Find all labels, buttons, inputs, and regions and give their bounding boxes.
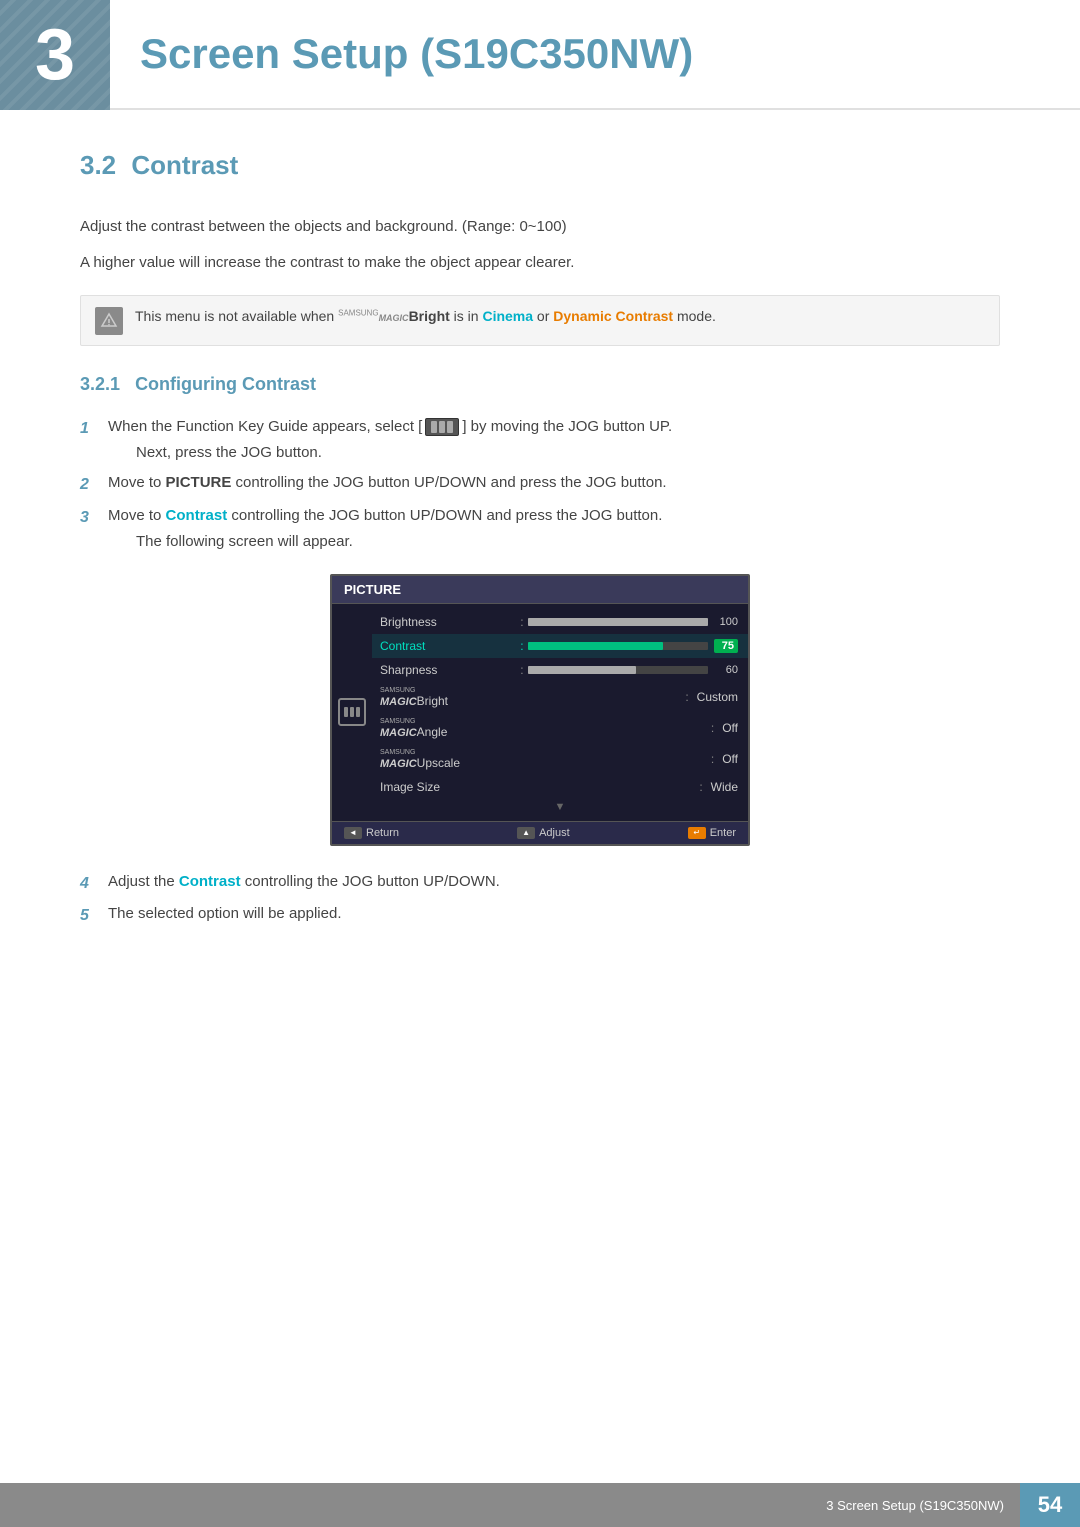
- section-title: Contrast: [131, 150, 238, 180]
- step-5: 5 The selected option will be applied.: [80, 902, 1000, 929]
- osd-num-brightness: 100: [714, 616, 738, 628]
- osd-footer-enter: ↵ Enter: [688, 827, 736, 839]
- osd-footer-return: ◄ Return: [344, 827, 399, 839]
- osd-return-label: Return: [366, 827, 399, 839]
- chapter-header: 3 Screen Setup (S19C350NW): [0, 0, 1080, 110]
- osd-num-sharpness: 60: [714, 664, 738, 676]
- osd-adjust-label: Adjust: [539, 827, 570, 839]
- description-1: Adjust the contrast between the objects …: [80, 215, 1000, 239]
- step-3-text: Move to Contrast controlling the JOG but…: [108, 507, 662, 524]
- osd-label-brightness: Brightness: [380, 615, 520, 629]
- step-4-number: 4: [80, 870, 108, 897]
- osd-footer-adjust: ▲ Adjust: [517, 827, 570, 839]
- note-box: This menu is not available when SAMSUNGM…: [80, 295, 1000, 346]
- steps-list: 1 When the Function Key Guide appears, s…: [80, 415, 1000, 554]
- osd-value-magic-upscale: Off: [722, 752, 738, 766]
- osd-row-image-size: Image Size : Wide: [372, 775, 748, 799]
- osd-bar-sharpness: 60: [528, 664, 738, 676]
- footer-text: 3 Screen Setup (S19C350NW): [826, 1498, 1004, 1513]
- step-3: 3 Move to Contrast controlling the JOG b…: [80, 504, 1000, 554]
- osd-value-magic-angle: Off: [722, 721, 738, 735]
- osd-bar-bg-sharpness: [528, 666, 708, 674]
- step-2: 2 Move to PICTURE controlling the JOG bu…: [80, 471, 1000, 498]
- osd-bar-fill-contrast: [528, 642, 663, 650]
- osd-bar-fill-sharpness: [528, 666, 636, 674]
- osd-title-bar: PICTURE: [332, 576, 748, 604]
- osd-row-sharpness: Sharpness : 60: [372, 658, 748, 682]
- osd-label-contrast: Contrast: [380, 639, 520, 653]
- step-3-sub: The following screen will appear.: [108, 530, 662, 554]
- jog-icon: [425, 418, 459, 436]
- section-number: 3.2: [80, 150, 116, 180]
- osd-bar-contrast: 75: [528, 639, 738, 653]
- description-2: A higher value will increase the contras…: [80, 251, 1000, 275]
- osd-menu: Brightness : 100 Contrast :: [372, 604, 748, 821]
- osd-adjust-icon: ▲: [517, 827, 535, 839]
- osd-body: Brightness : 100 Contrast :: [332, 604, 748, 821]
- osd-screen: PICTURE Brightness: [330, 574, 750, 846]
- osd-footer: ◄ Return ▲ Adjust ↵ Enter: [332, 821, 748, 844]
- step-2-text: Move to PICTURE controlling the JOG butt…: [108, 474, 667, 491]
- osd-enter-label: Enter: [710, 827, 736, 839]
- osd-row-contrast: Contrast : 75: [372, 634, 748, 658]
- osd-label-sharpness: Sharpness: [380, 663, 520, 677]
- step-3-number: 3: [80, 504, 108, 531]
- chapter-number-box: 3: [0, 0, 110, 110]
- osd-enter-icon: ↵: [688, 827, 706, 839]
- note-text-main: This menu is not available when SAMSUNGM…: [135, 308, 716, 324]
- step-1-sub: Next, press the JOG button.: [108, 441, 672, 465]
- step-1: 1 When the Function Key Guide appears, s…: [80, 415, 1000, 465]
- osd-value-magic-bright: Custom: [697, 690, 738, 704]
- osd-label-magic-upscale: SAMSUNG MAGICUpscale: [380, 749, 711, 770]
- section-heading: 3.2 Contrast: [80, 150, 1000, 187]
- osd-return-icon: ◄: [344, 827, 362, 839]
- chapter-number: 3: [35, 19, 75, 91]
- osd-container: PICTURE Brightness: [80, 574, 1000, 846]
- osd-row-magic-upscale: SAMSUNG MAGICUpscale : Off: [372, 744, 748, 775]
- osd-bar-bg-contrast: [528, 642, 708, 650]
- step-1-number: 1: [80, 415, 108, 442]
- step-5-text: The selected option will be applied.: [108, 905, 341, 922]
- osd-sidebar: [332, 604, 372, 821]
- subsection-number: 3.2.1: [80, 374, 120, 394]
- chapter-title: Screen Setup (S19C350NW): [140, 30, 693, 78]
- step-4: 4 Adjust the Contrast controlling the JO…: [80, 870, 1000, 897]
- subsection-title: Configuring Contrast: [135, 374, 316, 394]
- note-text: This menu is not available when SAMSUNGM…: [135, 306, 716, 327]
- osd-num-contrast: 75: [714, 639, 738, 653]
- main-content: 3.2 Contrast Adjust the contrast between…: [0, 110, 1080, 1015]
- osd-row-magic-bright: SAMSUNG MAGICBright : Custom: [372, 682, 748, 713]
- osd-value-image-size: Wide: [711, 780, 738, 794]
- step-5-number: 5: [80, 902, 108, 929]
- step-1-text: When the Function Key Guide appears, sel…: [108, 418, 672, 435]
- footer-page-number: 54: [1020, 1483, 1080, 1527]
- step-2-number: 2: [80, 471, 108, 498]
- steps-list-2: 4 Adjust the Contrast controlling the JO…: [80, 870, 1000, 929]
- osd-row-magic-angle: SAMSUNG MAGICAngle : Off: [372, 713, 748, 744]
- osd-bar-fill-brightness: [528, 618, 708, 626]
- chapter-title-box: Screen Setup (S19C350NW): [110, 0, 1080, 110]
- subsection-heading: 3.2.1 Configuring Contrast: [80, 374, 1000, 395]
- osd-label-magic-bright: SAMSUNG MAGICBright: [380, 687, 685, 708]
- osd-row-brightness: Brightness : 100: [372, 610, 748, 634]
- osd-bar-brightness: 100: [528, 616, 738, 628]
- osd-bar-bg-brightness: [528, 618, 708, 626]
- page-footer: 3 Screen Setup (S19C350NW) 54: [0, 1483, 1080, 1527]
- note-icon: [95, 307, 123, 335]
- osd-label-image-size: Image Size: [380, 780, 699, 794]
- osd-sidebar-jog-icon: [338, 698, 366, 726]
- step-4-text: Adjust the Contrast controlling the JOG …: [108, 873, 500, 890]
- osd-label-magic-angle: SAMSUNG MAGICAngle: [380, 718, 711, 739]
